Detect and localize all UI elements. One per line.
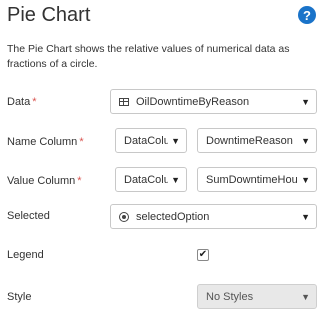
- table-icon: [119, 97, 129, 106]
- value-column-source-value: DataColu: [124, 173, 168, 186]
- radio-icon: [119, 211, 129, 222]
- name-column-label: Name Column *: [7, 136, 84, 148]
- legend-label: Legend: [7, 249, 44, 261]
- chevron-down-icon: ▼: [301, 291, 310, 302]
- value-column-field-select[interactable]: SumDowntimeHours ▼: [197, 167, 317, 192]
- selected-select-value: selectedOption: [136, 210, 210, 223]
- chevron-down-icon: ▼: [301, 135, 310, 146]
- chevron-down-icon: ▼: [171, 174, 180, 185]
- checkmark-icon: ✔: [198, 249, 208, 260]
- required-marker: *: [79, 136, 84, 148]
- chevron-down-icon: ▼: [171, 135, 180, 146]
- chevron-down-icon: ▼: [301, 96, 310, 107]
- data-select[interactable]: OilDowntimeByReason ▼: [110, 89, 317, 114]
- style-select-value: No Styles: [206, 290, 254, 303]
- data-select-value: OilDowntimeByReason: [136, 95, 250, 108]
- name-column-field-select[interactable]: DowntimeReason ▼: [197, 128, 317, 153]
- description-text: The Pie Chart shows the relative values …: [7, 43, 290, 70]
- style-select[interactable]: No Styles ▼: [197, 284, 317, 309]
- name-column-field-value: DowntimeReason: [206, 134, 293, 147]
- chevron-down-icon: ▼: [301, 211, 310, 222]
- data-label: Data *: [7, 96, 37, 108]
- value-column-label: Value Column *: [7, 175, 82, 187]
- name-column-source-select[interactable]: DataColu ▼: [115, 128, 187, 153]
- page-title: Pie Chart: [7, 4, 91, 26]
- chevron-down-icon: ▼: [301, 174, 310, 185]
- legend-checkbox[interactable]: ✔: [197, 249, 209, 261]
- selected-label: Selected: [7, 210, 50, 222]
- selected-select[interactable]: selectedOption ▼: [110, 204, 317, 229]
- value-column-field-value: SumDowntimeHours: [206, 173, 298, 186]
- help-icon[interactable]: ?: [298, 6, 316, 24]
- style-label: Style: [7, 291, 32, 303]
- required-marker: *: [32, 96, 37, 108]
- required-marker: *: [77, 175, 82, 187]
- name-column-source-value: DataColu: [124, 134, 168, 147]
- value-column-source-select[interactable]: DataColu ▼: [115, 167, 187, 192]
